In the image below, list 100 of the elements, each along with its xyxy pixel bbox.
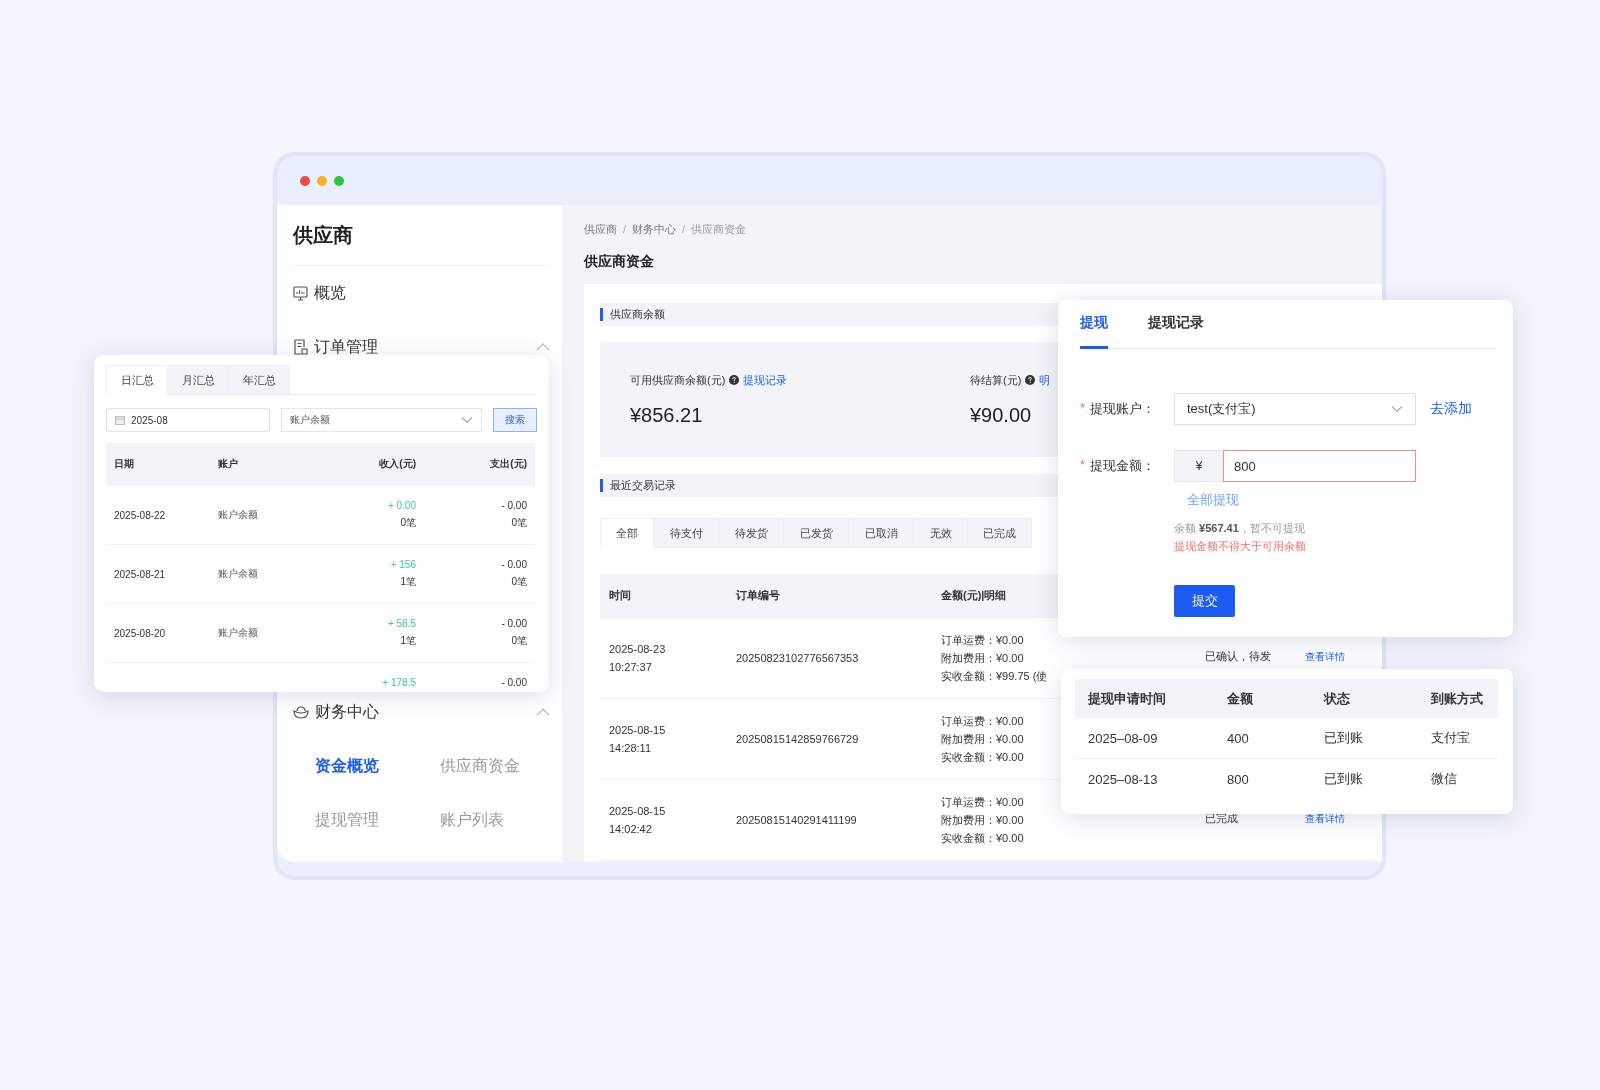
amount-cell-text: 400 xyxy=(1226,730,1250,746)
income-amount: + 0.00 xyxy=(387,499,416,513)
menu-item[interactable]: 财务中心 xyxy=(315,701,530,723)
summary-tab[interactable]: 日汇总 xyxy=(106,365,168,395)
column-header: 账户 xyxy=(217,457,239,471)
column-header: 收入(元) xyxy=(378,457,417,471)
account-select[interactable]: test(支付宝) xyxy=(1174,393,1416,425)
column-header: 到账方式 xyxy=(1430,689,1484,708)
amount-detail: 实收金额：¥0.00 xyxy=(941,750,1024,765)
account-cell-text: 账户余额 xyxy=(217,626,259,640)
breadcrumb-link[interactable]: 供应商 xyxy=(584,221,617,237)
field-label: 提现金额： xyxy=(1090,457,1156,475)
account-select[interactable]: 账户余额 xyxy=(281,408,482,432)
menu-item[interactable]: 概览 xyxy=(314,282,550,304)
summary-tab[interactable]: 年汇总 xyxy=(228,365,290,394)
time-text: 14:28:11 xyxy=(609,741,651,756)
status-tab[interactable]: 待支付 xyxy=(653,518,719,548)
status-tab[interactable]: 已完成 xyxy=(967,518,1032,548)
date-cell-text: 2025-08-21 xyxy=(113,568,167,580)
date-cell-text: 2025–08-09 xyxy=(1087,730,1159,746)
submenu-item[interactable]: 资金概览 xyxy=(315,739,379,793)
column-header: 金额(元)|明细 xyxy=(940,588,1008,603)
status-cell-text: 已到账 xyxy=(1323,729,1364,747)
balance-amount: ¥90.00 xyxy=(970,403,1032,428)
balance-amount: ¥856.21 xyxy=(630,403,703,428)
column-header: 状态 xyxy=(1322,689,1351,708)
status-tab[interactable]: 已取消 xyxy=(848,518,914,548)
time-text: 10:27:37 xyxy=(609,660,652,675)
menu-item[interactable]: 订单管理 xyxy=(314,336,530,358)
amount-detail: 实收金额：¥99.75 (使 xyxy=(941,669,1048,684)
income-amount: + 156 xyxy=(390,558,416,572)
column-header: 时间 xyxy=(608,588,632,603)
amount-detail: 订单运费：¥0.00 xyxy=(941,795,1024,810)
status-tab[interactable]: 待发货 xyxy=(718,518,784,548)
income-amount: + 58.5 xyxy=(387,617,416,631)
add-account-link[interactable]: 去添加 xyxy=(1430,400,1472,418)
expense-count: 0笔 xyxy=(511,575,527,589)
method-cell-text: 支付宝 xyxy=(1430,729,1471,747)
date-text: 2025-08-23 xyxy=(609,642,666,657)
amount-detail: 附加费用：¥0.00 xyxy=(941,651,1024,666)
expense-amount: - 0.00 xyxy=(501,499,527,513)
amount-detail: 附加费用：¥0.00 xyxy=(941,813,1024,828)
status-tab[interactable]: 无效 xyxy=(913,518,968,548)
balance-label: 可用供应商余额(元) xyxy=(630,373,726,388)
balance-note: 余额 ¥567.41，暂不可提现 xyxy=(1174,521,1305,536)
status-tab[interactable]: 全部 xyxy=(600,518,654,548)
expense-count: 0笔 xyxy=(511,516,527,530)
order-number: 20250815140291411199 xyxy=(735,813,857,828)
account-cell-text: 账户余额 xyxy=(217,508,259,522)
date-field[interactable]: 2025-08 xyxy=(106,408,270,432)
date-cell-text: 2025-08-22 xyxy=(113,509,167,521)
page-title: 供应商资金 xyxy=(584,252,655,271)
amount-detail: 实收金额：¥0.00 xyxy=(941,831,1024,846)
required-mark: * xyxy=(1080,457,1086,474)
minimize-dot[interactable] xyxy=(317,175,327,186)
account-cell-text: 账户余额 xyxy=(217,567,259,581)
time-text: 14:02:42 xyxy=(609,822,652,837)
breadcrumb-separator: / xyxy=(623,222,627,237)
date-cell-text: 2025–08-13 xyxy=(1087,771,1159,787)
receipt-icon xyxy=(293,339,308,355)
expense-amount: - 0.00 xyxy=(501,617,527,631)
method-cell-text: 微信 xyxy=(1430,770,1458,788)
breadcrumb-separator: / xyxy=(682,222,686,237)
amount-input[interactable]: 800 xyxy=(1223,450,1416,482)
date-text: 2025-08-15 xyxy=(609,723,666,738)
view-details-link[interactable]: 查看详情 xyxy=(1305,812,1345,825)
status-tab[interactable]: 已发货 xyxy=(783,518,849,548)
ingot-icon xyxy=(293,705,309,719)
details-link[interactable]: 提现记录 xyxy=(743,372,788,388)
column-header: 订单编号 xyxy=(735,588,781,603)
search-button[interactable]: 搜索 xyxy=(493,408,537,432)
close-dot[interactable] xyxy=(300,175,310,186)
breadcrumb-link[interactable]: 财务中心 xyxy=(632,221,677,237)
submit-button[interactable]: 提交 xyxy=(1174,585,1235,617)
amount-detail: 订单运费：¥0.00 xyxy=(941,633,1024,648)
date-cell-text: 2025-08-20 xyxy=(113,627,167,639)
withdraw-tab[interactable]: 提现记录 xyxy=(1148,301,1204,349)
help-icon xyxy=(1025,375,1036,385)
order-number: 20250823102776567353 xyxy=(735,651,859,666)
balance-label: 待结算(元) xyxy=(970,373,1022,388)
income-count: 0笔 xyxy=(400,516,416,530)
order-status: 已完成 xyxy=(1205,811,1238,825)
column-header: 提现申请时间 xyxy=(1087,689,1167,708)
date-text: 2025-08-15 xyxy=(609,804,666,819)
calendar-icon xyxy=(115,415,125,425)
column-header: 支出(元) xyxy=(489,457,528,471)
withdraw-tab[interactable]: 提现 xyxy=(1080,301,1108,349)
summary-tab[interactable]: 月汇总 xyxy=(167,365,229,394)
details-link[interactable]: 明 xyxy=(1039,372,1051,388)
currency-prefix: ¥ xyxy=(1174,450,1223,482)
amount-cell-text: 800 xyxy=(1226,771,1250,787)
chevron-down-icon xyxy=(461,416,473,424)
expense-count: 0笔 xyxy=(511,634,527,648)
field-label: 提现账户： xyxy=(1090,400,1156,418)
chevron-down-icon xyxy=(1391,405,1403,413)
view-details-link[interactable]: 查看详情 xyxy=(1305,650,1345,663)
status-cell-text: 已到账 xyxy=(1323,770,1364,788)
zoom-dot[interactable] xyxy=(334,175,344,186)
amount-detail: 订单运费：¥0.00 xyxy=(941,714,1024,729)
help-icon xyxy=(729,375,740,385)
